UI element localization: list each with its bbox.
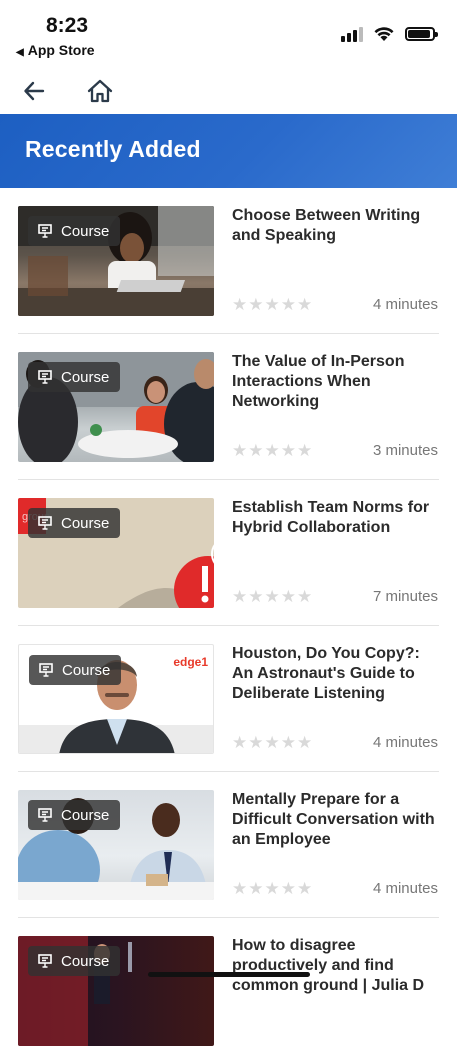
course-title[interactable]: Houston, Do You Copy?: An Astronaut's Gu…	[232, 644, 442, 704]
home-icon	[87, 79, 113, 103]
course-title[interactable]: Mentally Prepare for a Difficult Convers…	[232, 790, 442, 850]
section-banner: Recently Added	[0, 114, 457, 188]
course-item[interactable]: Course Choose Between Writing and Speaki…	[0, 188, 457, 334]
course-duration: 4 minutes	[372, 880, 438, 897]
presentation-icon	[39, 663, 53, 677]
wifi-icon	[374, 27, 394, 41]
star-rating: ★ ★ ★ ★ ★	[232, 442, 312, 460]
course-badge: Course	[28, 800, 121, 830]
star-icon: ★	[297, 879, 313, 898]
home-indicator[interactable]	[148, 972, 310, 977]
presentation-icon	[38, 808, 52, 822]
presentation-icon	[38, 224, 52, 238]
course-badge: Course	[28, 216, 121, 246]
star-icon: ★	[232, 295, 248, 314]
course-thumbnail[interactable]: group Course	[18, 498, 214, 608]
status-time: 8:23	[46, 14, 89, 37]
course-duration: 4 minutes	[372, 296, 438, 313]
course-badge-label: Course	[61, 368, 110, 386]
star-icon: ★	[248, 295, 264, 314]
course-duration: 7 minutes	[372, 588, 438, 605]
star-rating: ★ ★ ★ ★ ★	[232, 296, 312, 314]
star-icon: ★	[280, 441, 296, 460]
back-triangle-icon: ◀	[16, 47, 24, 58]
star-icon: ★	[280, 295, 296, 314]
course-thumbnail[interactable]: Course	[18, 206, 214, 316]
battery-icon	[405, 27, 438, 41]
star-icon: ★	[248, 733, 264, 752]
presentation-icon	[38, 954, 52, 968]
back-to-app-store-link[interactable]: ◀ App Store	[16, 42, 95, 58]
star-icon: ★	[297, 295, 313, 314]
course-title[interactable]: Establish Team Norms for Hybrid Collabor…	[232, 498, 442, 538]
status-icons	[341, 26, 438, 42]
course-item[interactable]: Course Mentally Prepare for a Difficult …	[0, 772, 457, 918]
star-icon: ★	[297, 733, 313, 752]
star-rating: ★ ★ ★ ★ ★	[232, 734, 312, 752]
course-badge-label: Course	[62, 661, 111, 679]
arrow-left-icon	[24, 81, 45, 101]
course-thumbnail[interactable]: Course	[18, 352, 214, 462]
course-badge-label: Course	[61, 222, 110, 240]
course-badge-label: Course	[61, 952, 110, 970]
cellular-signal-icon	[341, 26, 363, 42]
presentation-icon	[38, 370, 52, 384]
course-title[interactable]: Choose Between Writing and Speaking	[232, 206, 442, 246]
star-icon: ★	[297, 587, 313, 606]
star-icon: ★	[297, 441, 313, 460]
course-item[interactable]: Course How to disagree productively and …	[0, 918, 457, 1064]
course-thumbnail[interactable]: Course	[18, 936, 214, 1046]
course-duration: 4 minutes	[372, 734, 438, 751]
star-icon: ★	[232, 879, 248, 898]
course-list: Course Choose Between Writing and Speaki…	[0, 188, 457, 1064]
top-nav	[0, 72, 457, 108]
star-icon: ★	[248, 879, 264, 898]
thumbnail-text: edge1	[173, 655, 208, 669]
back-app-label: App Store	[27, 42, 95, 58]
course-badge: Course	[28, 362, 121, 392]
course-duration: 3 minutes	[372, 442, 438, 459]
course-item[interactable]: edge1 Course Houston, Do You Copy?: An A…	[0, 626, 457, 772]
star-rating: ★ ★ ★ ★ ★	[232, 880, 312, 898]
star-icon: ★	[280, 587, 296, 606]
home-button[interactable]	[83, 74, 117, 108]
course-item[interactable]: group Course Establish Team Norms for Hy…	[0, 480, 457, 626]
star-icon: ★	[232, 733, 248, 752]
star-icon: ★	[264, 295, 280, 314]
star-icon: ★	[264, 587, 280, 606]
course-item[interactable]: Course The Value of In-Person Interactio…	[0, 334, 457, 480]
course-title[interactable]: How to disagree productively and find co…	[232, 936, 442, 996]
course-title[interactable]: The Value of In-Person Interactions When…	[232, 352, 442, 412]
presentation-icon	[38, 516, 52, 530]
course-badge: Course	[28, 508, 121, 538]
course-thumbnail[interactable]: edge1 Course	[18, 644, 214, 754]
star-icon: ★	[264, 879, 280, 898]
star-icon: ★	[264, 733, 280, 752]
course-badge-label: Course	[61, 514, 110, 532]
star-icon: ★	[280, 879, 296, 898]
course-badge: Course	[29, 655, 122, 685]
status-bar: 8:23 ◀ App Store	[0, 0, 457, 64]
course-badge: Course	[28, 946, 121, 976]
star-icon: ★	[280, 733, 296, 752]
star-icon: ★	[264, 441, 280, 460]
star-icon: ★	[232, 587, 248, 606]
back-button[interactable]	[17, 74, 51, 108]
star-rating: ★ ★ ★ ★ ★	[232, 588, 312, 606]
section-title: Recently Added	[25, 136, 201, 162]
course-badge-label: Course	[61, 806, 110, 824]
star-icon: ★	[248, 587, 264, 606]
star-icon: ★	[248, 441, 264, 460]
star-icon: ★	[232, 441, 248, 460]
course-thumbnail[interactable]: Course	[18, 790, 214, 900]
